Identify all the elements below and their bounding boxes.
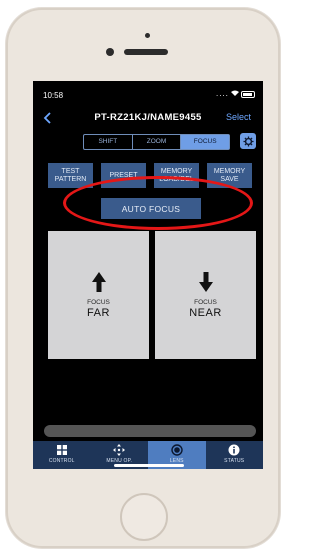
focus-far-label: FOCUS bbox=[87, 299, 110, 306]
arrow-down-icon bbox=[198, 272, 213, 292]
dpad-icon bbox=[113, 444, 126, 456]
memory-save-button[interactable]: MEMORY SAVE bbox=[207, 163, 252, 188]
tabbar-label: STATUS bbox=[224, 458, 245, 464]
tab-shift[interactable]: SHIFT bbox=[84, 135, 133, 149]
tabbar-item-status[interactable]: STATUS bbox=[206, 441, 264, 469]
signal-dots: .... bbox=[216, 89, 229, 98]
battery-icon bbox=[241, 91, 255, 98]
nav-bar: PT-RZ21KJ/NAME9455 Select bbox=[33, 107, 263, 129]
auto-focus-button[interactable]: AUTO FOCUS bbox=[101, 198, 201, 219]
preset-button[interactable]: PRESET bbox=[101, 163, 146, 188]
proximity-sensor bbox=[145, 33, 150, 38]
page-title: PT-RZ21KJ/NAME9455 bbox=[94, 112, 202, 123]
wifi-icon bbox=[231, 90, 239, 96]
gear-icon bbox=[242, 135, 254, 147]
focus-near-label: FOCUS bbox=[194, 299, 217, 306]
back-chevron-icon[interactable] bbox=[41, 111, 55, 125]
focus-far-direction: FAR bbox=[87, 307, 110, 319]
info-icon bbox=[228, 444, 240, 456]
home-indicator bbox=[114, 464, 184, 467]
memory-load-button[interactable]: MEMORY LOAD/DEL bbox=[154, 163, 199, 188]
focus-far-button[interactable]: FOCUS FAR bbox=[48, 231, 149, 359]
lens-icon bbox=[171, 444, 183, 456]
status-bar: 10:58 .... bbox=[33, 81, 263, 107]
tab-focus[interactable]: FOCUS bbox=[181, 135, 230, 149]
app-screen: 10:58 .... PT-RZ21KJ/NAME9455 Select SHI… bbox=[33, 81, 263, 469]
select-button[interactable]: Select bbox=[226, 112, 251, 122]
status-time: 10:58 bbox=[43, 91, 64, 100]
lens-mode-tabs: SHIFT ZOOM FOCUS bbox=[83, 134, 230, 150]
tabbar-label: CONTROL bbox=[48, 458, 75, 464]
arrow-up-icon bbox=[91, 272, 106, 292]
tab-zoom[interactable]: ZOOM bbox=[133, 135, 182, 149]
test-pattern-button[interactable]: TEST PATTERN bbox=[48, 163, 93, 188]
front-camera bbox=[106, 48, 114, 56]
earpiece-speaker bbox=[124, 49, 168, 55]
horizontal-scrollbar[interactable] bbox=[44, 425, 256, 437]
focus-near-button[interactable]: FOCUS NEAR bbox=[155, 231, 256, 359]
settings-button[interactable] bbox=[240, 133, 256, 149]
tabbar-item-control[interactable]: CONTROL bbox=[33, 441, 91, 469]
home-button[interactable] bbox=[120, 493, 168, 541]
function-button-row: TEST PATTERN PRESET MEMORY LOAD/DEL MEMO… bbox=[48, 163, 254, 188]
focus-near-direction: NEAR bbox=[189, 307, 222, 319]
grid-icon bbox=[56, 445, 67, 455]
